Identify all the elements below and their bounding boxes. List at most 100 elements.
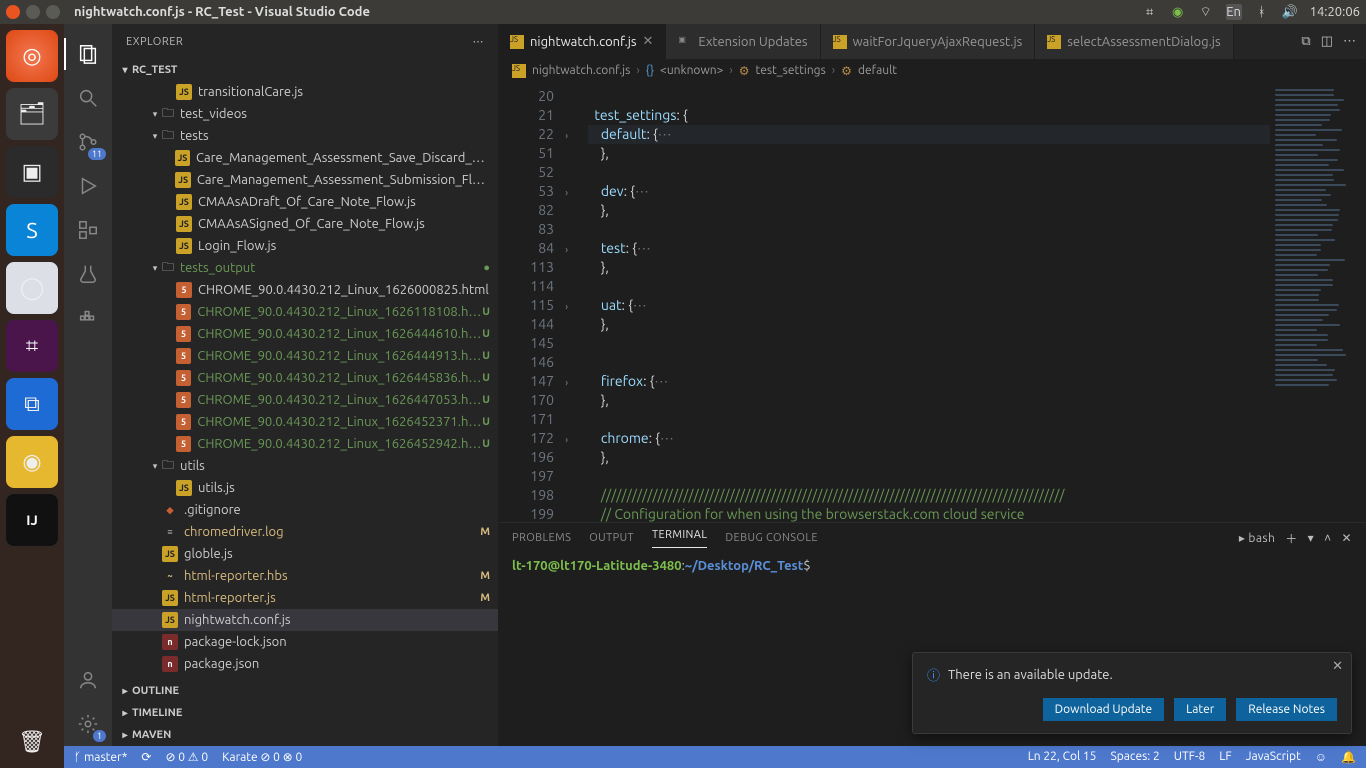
launcher-intellij-icon[interactable]: IJ — [6, 494, 58, 546]
launcher-terminal-icon[interactable]: ▣ — [6, 146, 58, 198]
tree-item[interactable]: 5CHROME_90.0.4430.212_Linux_1626000825.h… — [112, 279, 498, 301]
panel-tab-debug[interactable]: DEBUG CONSOLE — [725, 532, 818, 544]
launcher-chrome-icon[interactable]: ◉ — [6, 436, 58, 488]
status-problems[interactable]: ⊘ 0 ⚠ 0 — [165, 750, 208, 764]
status-spaces[interactable]: Spaces: 2 — [1110, 750, 1159, 764]
editor-tab[interactable]: JSnightwatch.conf.js✕ — [498, 24, 666, 59]
editor-tab[interactable]: ▣Extension Updates — [666, 24, 820, 59]
tree-item[interactable]: 5CHROME_90.0.4430.212_Linux_1626444913.h… — [112, 345, 498, 367]
volume-icon[interactable]: 🔊 — [1282, 4, 1298, 20]
editor-area: JSnightwatch.conf.js✕▣Extension UpdatesJ… — [498, 24, 1366, 746]
status-sync-icon[interactable]: ⟳ — [141, 750, 151, 764]
window-maximize-icon[interactable] — [46, 5, 60, 19]
activity-account-icon[interactable] — [64, 658, 112, 702]
tree-item[interactable]: 5CHROME_90.0.4430.212_Linux_1626452371.h… — [112, 411, 498, 433]
tree-item[interactable]: ◆.gitignore — [112, 499, 498, 521]
tree-item[interactable]: JSgloble.js — [112, 543, 498, 565]
tree-item[interactable]: JSutils.js — [112, 477, 498, 499]
activity-search-icon[interactable] — [64, 76, 112, 120]
tab-compare-icon[interactable]: ⧉ — [1301, 34, 1310, 49]
tree-item[interactable]: 5CHROME_90.0.4430.212_Linux_1626447053.h… — [112, 389, 498, 411]
tree-item[interactable]: ▾🗀tests_output● — [112, 257, 498, 279]
status-bar: ᚶ master* ⟳ ⊘ 0 ⚠ 0 Karate ⊘ 0 ⊗ 0 Ln 22… — [64, 746, 1366, 768]
tree-item[interactable]: JSCare_Management_Assessment_Save_Discar… — [112, 147, 498, 169]
tree-item[interactable]: 5CHROME_90.0.4430.212_Linux_1626444610.h… — [112, 323, 498, 345]
panel-close-icon[interactable]: ✕ — [1342, 531, 1352, 545]
sidebar-outline-header[interactable]: ▸OUTLINE — [112, 680, 498, 702]
status-cursor-pos[interactable]: Ln 22, Col 15 — [1028, 750, 1097, 764]
sidebar-project-header[interactable]: ▾RC_TEST — [112, 59, 498, 81]
tree-item[interactable]: 5CHROME_90.0.4430.212_Linux_1626452942.h… — [112, 433, 498, 455]
tree-item[interactable]: ~html-reporter.hbsM — [112, 565, 498, 587]
status-karate[interactable]: Karate ⊘ 0 ⊗ 0 — [222, 750, 302, 764]
activity-scm-icon[interactable]: 11 — [64, 120, 112, 164]
sidebar-more-icon[interactable]: ⋯ — [473, 35, 485, 48]
terminal-split-icon[interactable]: ▾ — [1308, 531, 1314, 545]
status-bell-icon[interactable]: 🔔 — [1341, 750, 1356, 764]
status-language[interactable]: JavaScript — [1246, 750, 1301, 764]
status-encoding[interactable]: UTF-8 — [1174, 750, 1205, 764]
tree-item[interactable]: JSCMAAsADraft_Of_Care_Note_Flow.js — [112, 191, 498, 213]
panel-tab-terminal[interactable]: TERMINAL — [652, 529, 707, 548]
launcher-trash-icon[interactable]: 🗑 — [6, 716, 58, 768]
terminal-new-icon[interactable]: ＋ — [1285, 530, 1297, 547]
tree-item[interactable]: npackage.json — [112, 653, 498, 675]
breadcrumb[interactable]: JS nightwatch.conf.js› {}<unknown>› ⚙tes… — [498, 59, 1366, 83]
release-notes-button[interactable]: Release Notes — [1236, 698, 1337, 721]
tab-more-icon[interactable]: ⋯ — [1343, 34, 1356, 49]
launcher-skype-icon[interactable]: S — [6, 204, 58, 256]
tree-item[interactable]: JSCMAAsASigned_Of_Care_Note_Flow.js — [112, 213, 498, 235]
activity-test-icon[interactable] — [64, 252, 112, 296]
tab-close-icon[interactable]: ✕ — [643, 34, 654, 49]
tree-item[interactable]: ▾🗀test_videos — [112, 103, 498, 125]
editor-tab[interactable]: JSselectAssessmentDialog.js — [1035, 24, 1233, 59]
panel-tab-problems[interactable]: PROBLEMS — [512, 532, 571, 544]
launcher-vscode-icon[interactable]: ⧉ — [6, 378, 58, 430]
activity-settings-icon[interactable]: 1 — [64, 702, 112, 746]
tree-item[interactable]: JStransitionalCare.js — [112, 81, 498, 103]
window-minimize-icon[interactable] — [26, 5, 40, 19]
activity-debug-icon[interactable] — [64, 164, 112, 208]
editor-tab[interactable]: JSwaitForJqueryAjaxRequest.js — [821, 24, 1036, 59]
tree-item[interactable]: JSCare_Management_Assessment_Submission_… — [112, 169, 498, 191]
notification-close-icon[interactable]: ✕ — [1332, 659, 1343, 674]
tab-split-icon[interactable]: ◫ — [1321, 34, 1333, 49]
minimap[interactable] — [1270, 83, 1366, 522]
code-editor[interactable]: 202122›515253›828384›113114115›144145146… — [498, 83, 1366, 522]
status-eol[interactable]: LF — [1219, 750, 1231, 764]
launcher-slack-icon[interactable]: ⌗ — [6, 320, 58, 372]
keyboard-layout-indicator[interactable]: En — [1226, 4, 1242, 20]
window-close-icon[interactable] — [6, 5, 20, 19]
bluetooth-icon[interactable]: ᚼ — [1254, 4, 1270, 20]
status-feedback-icon[interactable]: ☺ — [1315, 750, 1327, 764]
tree-item[interactable]: ▾🗀tests — [112, 125, 498, 147]
launcher-dash-icon[interactable]: ◎ — [6, 30, 58, 82]
clock[interactable]: 14:20:06 — [1310, 5, 1360, 19]
activity-extensions-icon[interactable] — [64, 208, 112, 252]
tree-item[interactable]: JSnightwatch.conf.js — [112, 609, 498, 631]
tree-item[interactable]: JShtml-reporter.jsM — [112, 587, 498, 609]
launcher-files-icon[interactable]: 🗂 — [6, 88, 58, 140]
sidebar-title: EXPLORER — [126, 36, 183, 48]
tree-item[interactable]: JSLogin_Flow.js — [112, 235, 498, 257]
sidebar-timeline-header[interactable]: ▸TIMELINE — [112, 702, 498, 724]
panel-maximize-icon[interactable]: ˄ — [1324, 531, 1331, 545]
status-tray-icon[interactable]: ◉ — [1170, 4, 1186, 20]
sidebar-maven-header[interactable]: ▸MAVEN — [112, 724, 498, 746]
slack-tray-icon[interactable]: ⌗ — [1142, 4, 1158, 20]
launcher-chromium-icon[interactable]: ◯ — [6, 262, 58, 314]
terminal[interactable]: lt-170@lt170-Latitude-3480:~/Desktop/RC_… — [498, 553, 1366, 579]
status-branch[interactable]: ᚶ master* — [74, 751, 127, 764]
tree-item[interactable]: npackage-lock.json — [112, 631, 498, 653]
activity-docker-icon[interactable] — [64, 296, 112, 340]
tree-item[interactable]: ▾🗀utils — [112, 455, 498, 477]
activity-explorer-icon[interactable] — [64, 32, 112, 76]
tree-item[interactable]: ≡chromedriver.logM — [112, 521, 498, 543]
panel-tab-output[interactable]: OUTPUT — [589, 532, 634, 544]
later-button[interactable]: Later — [1174, 698, 1226, 721]
tree-item[interactable]: 5CHROME_90.0.4430.212_Linux_1626118108.h… — [112, 301, 498, 323]
wifi-icon[interactable]: ⌔ — [1198, 4, 1214, 20]
download-update-button[interactable]: Download Update — [1043, 698, 1164, 721]
tree-item[interactable]: 5CHROME_90.0.4430.212_Linux_1626445836.h… — [112, 367, 498, 389]
terminal-shell-label[interactable]: ▸ bash — [1239, 531, 1275, 545]
